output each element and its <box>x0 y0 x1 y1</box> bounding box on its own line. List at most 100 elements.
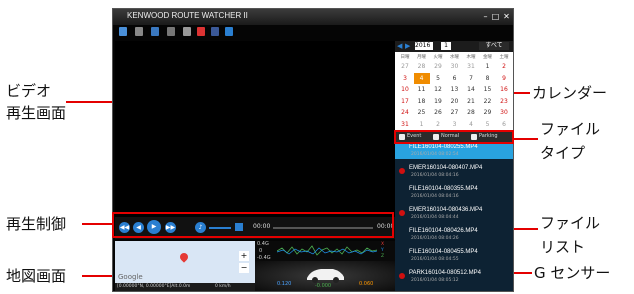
callout-filetype-line2: タイプ <box>540 144 586 162</box>
file-list-item[interactable]: FILE160104-080426.MP4 2016/01/04 08:04:26 <box>395 227 513 243</box>
file-name: FILE160104-080355.MP4 <box>409 186 478 192</box>
gsensor-legend-y: Y <box>381 248 384 253</box>
app-window: KENWOOD ROUTE WATCHER II – □ ✕ ◀◀ ◀ ▶ ▶▶… <box>112 8 514 292</box>
file-list-item[interactable]: EMER160104-080436.MP4 2016/01/04 08:04:44 <box>395 206 513 222</box>
calendar-day[interactable]: 6 <box>496 119 512 130</box>
callout-filelist-line1: ファイル <box>540 214 601 232</box>
calendar-day[interactable]: 29 <box>430 61 446 72</box>
calendar-panel: ◀ ▶ 2016 1 すべて 日曜 月曜 火曜 水曜 木曜 金曜 土曜 27 28 29 30 31… <box>395 41 513 131</box>
speed-readout: 0 km/h <box>215 284 231 289</box>
calendar-day[interactable]: 15 <box>480 84 496 95</box>
calendar-day[interactable]: 26 <box>430 107 446 118</box>
calendar-day[interactable]: 8 <box>480 73 496 84</box>
info-icon[interactable] <box>225 27 233 36</box>
print-icon[interactable] <box>135 27 143 36</box>
snapshot-icon[interactable] <box>167 27 175 36</box>
calendar-day[interactable]: 1 <box>480 61 496 72</box>
gsensor-waveform <box>277 245 377 256</box>
file-list-item[interactable]: EMER160104-080407.MP4 2016/01/04 08:04:16 <box>395 164 513 180</box>
calendar-day[interactable]: 29 <box>480 107 496 118</box>
minimize-button[interactable]: – <box>481 12 490 21</box>
file-list-item[interactable]: FILE160104-080255.MP4 2016/01/04 08:02:54 <box>395 143 513 159</box>
calendar-day[interactable]: 13 <box>447 84 463 95</box>
gsensor-graph: 0.4G 0 -0.4G X Y Z <box>255 241 395 261</box>
calendar-day[interactable]: 30 <box>496 107 512 118</box>
calendar-day[interactable]: 17 <box>397 96 413 107</box>
calendar-day[interactable]: 5 <box>430 73 446 84</box>
map-attribution: Google <box>118 273 143 281</box>
calendar-day[interactable]: 6 <box>447 73 463 84</box>
app-title: KENWOOD ROUTE WATCHER II <box>127 11 248 20</box>
calendar-day[interactable]: 31 <box>463 61 479 72</box>
settings-icon[interactable] <box>183 27 191 36</box>
calendar-day[interactable]: 1 <box>414 119 430 130</box>
calendar-day[interactable]: 24 <box>397 107 413 118</box>
gsensor-x-value: 0.120 <box>277 281 292 287</box>
calendar-day[interactable]: 3 <box>447 119 463 130</box>
file-date: 2016/01/04 08:04:26 <box>411 236 459 241</box>
youtube-icon[interactable] <box>197 27 205 36</box>
facebook-icon[interactable] <box>211 27 219 36</box>
calendar-day[interactable]: 31 <box>397 119 413 130</box>
calendar-day[interactable]: 7 <box>463 73 479 84</box>
calendar-day[interactable]: 2 <box>496 61 512 72</box>
file-list-item[interactable]: FILE160104-080355.MP4 2016/01/04 08:04:16 <box>395 185 513 201</box>
prev-month-icon[interactable]: ◀ <box>397 42 402 50</box>
video-playback-area[interactable] <box>115 41 395 217</box>
next-month-icon[interactable]: ▶ <box>405 42 410 50</box>
callout-playback: 再生制御 <box>6 215 67 233</box>
save-icon[interactable] <box>151 27 159 36</box>
zoom-out-button[interactable]: − <box>239 263 249 273</box>
month-select[interactable]: 1 <box>441 42 451 50</box>
calendar-day[interactable]: 12 <box>430 84 446 95</box>
map-footer: [0.00000°N, 0.00000°E]Alt.0.0m 0 km/h <box>115 283 255 291</box>
maximize-button[interactable]: □ <box>491 12 500 21</box>
zoom-in-button[interactable]: + <box>239 251 249 261</box>
calendar-day[interactable]: 23 <box>496 96 512 107</box>
highlight-playback <box>112 212 394 238</box>
calendar-day[interactable]: 4 <box>413 72 430 84</box>
open-folder-icon[interactable] <box>119 27 127 36</box>
calendar-day[interactable]: 16 <box>496 84 512 95</box>
gsensor-scale-zero: 0 <box>259 248 263 254</box>
calendar-day[interactable]: 10 <box>397 84 413 95</box>
callout-video-line1: ビデオ <box>6 82 52 100</box>
calendar-day[interactable]: 22 <box>480 96 496 107</box>
calendar-day[interactable]: 4 <box>463 119 479 130</box>
calendar-day[interactable]: 19 <box>430 96 446 107</box>
file-name: FILE160104-080426.MP4 <box>409 228 478 234</box>
calendar-day[interactable]: 14 <box>463 84 479 95</box>
year-select[interactable]: 2016 <box>415 42 433 50</box>
calendar-day[interactable]: 20 <box>447 96 463 107</box>
calendar-day[interactable]: 27 <box>397 61 413 72</box>
file-date: 2016/01/04 08:05:12 <box>411 278 459 283</box>
calendar-day[interactable]: 18 <box>414 96 430 107</box>
calendar-day[interactable]: 3 <box>397 73 413 84</box>
calendar-header: ◀ ▶ 2016 1 すべて <box>395 41 513 52</box>
leader-playback <box>82 223 112 225</box>
calendar-day[interactable]: 27 <box>447 107 463 118</box>
car-icon <box>307 269 344 283</box>
leader-filetype <box>514 138 538 140</box>
calendar-day[interactable]: 9 <box>496 73 512 84</box>
calendar-day[interactable]: 28 <box>414 61 430 72</box>
calendar-day[interactable]: 2 <box>430 119 446 130</box>
show-all-button[interactable]: すべて <box>479 42 509 50</box>
calendar-day[interactable]: 25 <box>414 107 430 118</box>
file-list-item[interactable]: PARK160104-080512.MP4 2016/01/04 08:05:12 <box>395 269 513 285</box>
gps-coordinates: [0.00000°N, 0.00000°E]Alt.0.0m <box>117 284 191 289</box>
file-name: FILE160104-080455.MP4 <box>409 249 478 255</box>
leader-video <box>66 101 112 103</box>
leader-map <box>82 275 112 277</box>
calendar-day[interactable]: 28 <box>463 107 479 118</box>
calendar-day[interactable]: 5 <box>480 119 496 130</box>
map-view[interactable]: + − Google [0.00000°N, 0.00000°E]Alt.0.0… <box>115 241 255 291</box>
file-list-item[interactable]: FILE160104-080455.MP4 2016/01/04 08:04:55 <box>395 248 513 264</box>
file-list: FILE160104-080255.MP4 2016/01/04 08:02:54… <box>395 143 513 291</box>
calendar-day[interactable]: 30 <box>447 61 463 72</box>
calendar-day[interactable]: 11 <box>414 84 430 95</box>
calendar-day[interactable]: 21 <box>463 96 479 107</box>
file-date: 2016/01/04 08:04:55 <box>411 257 459 262</box>
gsensor-legend-x: X <box>381 242 385 247</box>
close-button[interactable]: ✕ <box>502 12 511 21</box>
